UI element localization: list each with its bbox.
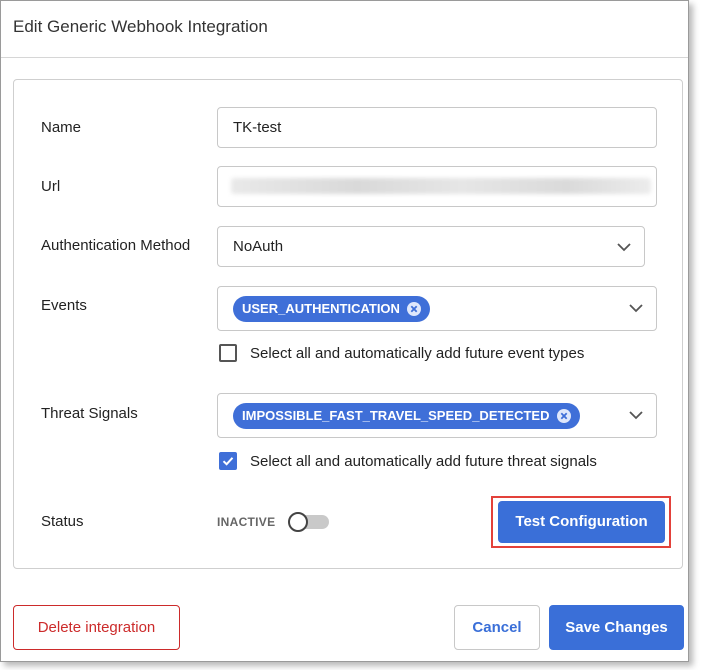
auth-method-value: NoAuth bbox=[233, 238, 284, 255]
event-chip-label: USER_AUTHENTICATION bbox=[242, 301, 400, 316]
status-toggle-knob[interactable] bbox=[288, 512, 308, 532]
threat-signals-select-all-checkbox[interactable] bbox=[219, 452, 237, 470]
save-changes-button[interactable]: Save Changes bbox=[549, 605, 684, 650]
checkmark-icon bbox=[222, 457, 234, 466]
events-select-all-checkbox[interactable] bbox=[219, 344, 237, 362]
edit-integration-dialog: Edit Generic Webhook Integration Name TK… bbox=[0, 0, 689, 662]
dialog-header: Edit Generic Webhook Integration bbox=[1, 1, 688, 58]
event-chip: USER_AUTHENTICATION bbox=[233, 296, 430, 322]
delete-integration-button[interactable]: Delete integration bbox=[13, 605, 180, 650]
test-configuration-button[interactable]: Test Configuration bbox=[498, 501, 665, 543]
auth-method-select[interactable]: NoAuth bbox=[217, 226, 645, 267]
name-label: Name bbox=[41, 119, 82, 136]
dialog-title: Edit Generic Webhook Integration bbox=[13, 17, 268, 36]
threat-signals-label: Threat Signals bbox=[41, 405, 138, 422]
url-label: Url bbox=[41, 178, 61, 195]
name-input-value: TK-test bbox=[233, 119, 282, 136]
chevron-down-icon bbox=[629, 411, 643, 420]
events-select-all-label: Select all and automatically add future … bbox=[250, 345, 585, 362]
status-label: Status bbox=[41, 513, 84, 530]
url-input[interactable] bbox=[217, 166, 657, 207]
auth-method-label: Authentication Method bbox=[41, 237, 191, 254]
events-select[interactable]: USER_AUTHENTICATION bbox=[217, 286, 657, 331]
threat-signals-select[interactable]: IMPOSSIBLE_FAST_TRAVEL_SPEED_DETECTED bbox=[217, 393, 657, 438]
threat-signals-select-all-label: Select all and automatically add future … bbox=[250, 453, 597, 470]
chevron-down-icon bbox=[629, 304, 643, 313]
threat-signal-chip: IMPOSSIBLE_FAST_TRAVEL_SPEED_DETECTED bbox=[233, 403, 580, 429]
close-circle-icon[interactable] bbox=[406, 302, 421, 316]
cancel-button[interactable]: Cancel bbox=[454, 605, 540, 650]
threat-signal-chip-label: IMPOSSIBLE_FAST_TRAVEL_SPEED_DETECTED bbox=[242, 408, 550, 423]
chevron-down-icon bbox=[617, 243, 631, 252]
form-panel: Name TK-test Url Authentication Method N… bbox=[13, 79, 683, 569]
close-circle-icon[interactable] bbox=[556, 409, 571, 423]
events-label: Events bbox=[41, 297, 87, 314]
url-redacted-value bbox=[231, 178, 651, 194]
name-input[interactable]: TK-test bbox=[217, 107, 657, 148]
status-toggle-text: INACTIVE bbox=[217, 515, 276, 529]
